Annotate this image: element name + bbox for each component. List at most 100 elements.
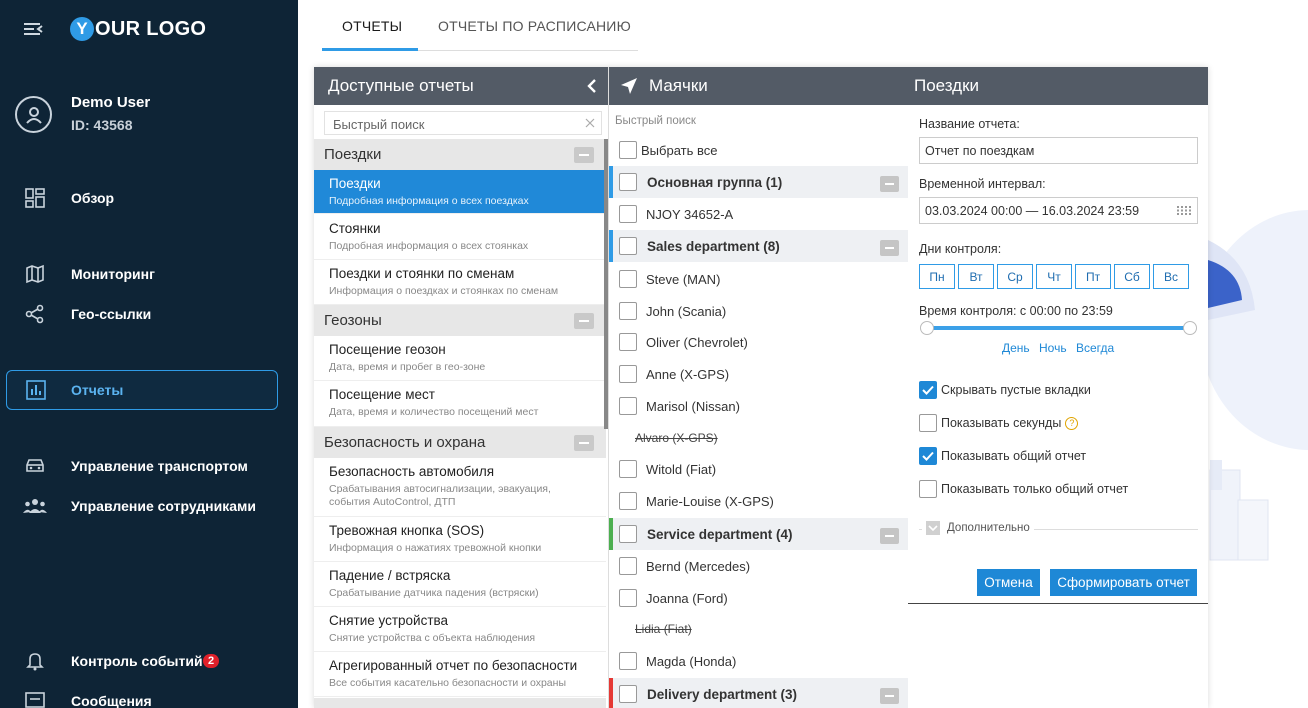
time-slider-track[interactable] bbox=[926, 326, 1190, 330]
generate-report-button[interactable]: Сформировать отчет bbox=[1050, 569, 1197, 596]
user-avatar-icon[interactable] bbox=[15, 96, 52, 133]
collapse-icon[interactable] bbox=[880, 240, 899, 256]
category-trips[interactable]: Поездки bbox=[314, 139, 606, 170]
group-row[interactable]: Delivery department (3) bbox=[609, 678, 909, 708]
additional-toggle[interactable]: Дополнительно bbox=[922, 521, 1034, 535]
tracker-row[interactable]: Marie-Louise (X-GPS) bbox=[609, 485, 909, 517]
time-slider-end-handle[interactable] bbox=[1183, 321, 1197, 335]
report-item[interactable]: Снятие устройства Снятие устройства с объ… bbox=[314, 607, 606, 652]
report-title: Агрегированный отчет по безопасности bbox=[329, 658, 578, 673]
category-geozones[interactable]: Геозоны bbox=[314, 305, 606, 336]
report-item[interactable]: Падение / встряска Срабатывание датчика п… bbox=[314, 562, 606, 607]
tab-reports[interactable]: ОТЧЕТЫ bbox=[342, 18, 402, 34]
time-slider-start-handle[interactable] bbox=[920, 321, 934, 335]
group-row[interactable]: Основная группа (1) bbox=[609, 166, 909, 198]
checkbox[interactable] bbox=[619, 205, 637, 223]
checkbox[interactable] bbox=[619, 365, 637, 383]
nav-overview[interactable]: Обзор bbox=[0, 178, 298, 218]
reports-search-input[interactable]: Быстрый поиск bbox=[324, 111, 602, 135]
tracker-row[interactable]: Anne (X-GPS) bbox=[609, 358, 909, 390]
checkbox[interactable] bbox=[619, 333, 637, 351]
checkbox[interactable] bbox=[619, 557, 637, 575]
report-name-input[interactable]: Отчет по поездкам bbox=[919, 137, 1198, 164]
report-item[interactable]: Безопасность автомобиля Срабатывания авто… bbox=[314, 458, 606, 517]
checkbox-checked[interactable] bbox=[919, 381, 937, 399]
chevron-left-icon[interactable] bbox=[586, 78, 598, 94]
checkbox[interactable] bbox=[619, 141, 637, 159]
day-toggle[interactable]: Сб bbox=[1114, 264, 1150, 289]
report-title: Падение / встряска bbox=[329, 568, 451, 583]
group-row[interactable]: Sales department (8) bbox=[609, 230, 909, 262]
day-toggle[interactable]: Пт bbox=[1075, 264, 1111, 289]
group-row[interactable]: Service department (4) bbox=[609, 518, 909, 550]
nav-monitoring[interactable]: Мониторинг bbox=[0, 254, 298, 294]
tracker-row[interactable]: Joanna (Ford) bbox=[609, 582, 909, 614]
calendar-icon[interactable] bbox=[1177, 206, 1193, 215]
checkbox[interactable] bbox=[619, 492, 637, 510]
nav-staff[interactable]: Управление сотрудниками bbox=[0, 486, 298, 526]
tracker-row[interactable]: Magda (Honda) bbox=[609, 645, 909, 677]
category-security[interactable]: Безопасность и охрана bbox=[314, 427, 606, 458]
report-item[interactable]: Посещение мест Дата, время и количество п… bbox=[314, 381, 606, 427]
collapse-icon[interactable] bbox=[880, 688, 899, 704]
tracker-row[interactable]: Oliver (Chevrolet) bbox=[609, 326, 909, 358]
checkbox[interactable] bbox=[619, 270, 637, 288]
day-toggle[interactable]: Вс bbox=[1153, 264, 1189, 289]
checkbox[interactable] bbox=[619, 460, 637, 478]
preset-always[interactable]: Всегда bbox=[1076, 341, 1114, 355]
nav-events[interactable]: Контроль событий 2 bbox=[0, 641, 298, 681]
day-toggle[interactable]: Пн bbox=[919, 264, 955, 289]
nav-reports[interactable]: Отчеты bbox=[6, 370, 278, 410]
checkbox[interactable] bbox=[919, 480, 937, 498]
report-desc: Срабатывание датчика падения (встряски) bbox=[329, 587, 539, 599]
tracker-row[interactable]: Steve (MAN) bbox=[609, 263, 909, 295]
checkbox[interactable] bbox=[619, 237, 637, 255]
collapse-icon[interactable] bbox=[880, 528, 899, 544]
checkbox[interactable] bbox=[619, 652, 637, 670]
logo[interactable]: Y OUR LOGO bbox=[70, 17, 206, 41]
interval-input[interactable]: 03.03.2024 00:00 — 16.03.2024 23:59 bbox=[919, 197, 1198, 224]
checkbox[interactable] bbox=[619, 173, 637, 191]
report-item[interactable]: Поездки и стоянки по сменам Информация о … bbox=[314, 260, 606, 305]
tab-scheduled-reports[interactable]: ОТЧЕТЫ ПО РАСПИСАНИЮ bbox=[438, 18, 631, 34]
nav-geolinks[interactable]: Гео-ссылки bbox=[0, 294, 298, 334]
preset-night[interactable]: Ночь bbox=[1039, 341, 1067, 355]
report-title: Тревожная кнопка (SOS) bbox=[329, 523, 485, 538]
checkbox[interactable] bbox=[919, 414, 937, 432]
collapse-icon[interactable] bbox=[574, 313, 594, 329]
trackers-search-input[interactable]: Быстрый поиск bbox=[615, 115, 696, 127]
report-item[interactable]: Посещение геозон Дата, время и пробег в г… bbox=[314, 336, 606, 381]
tracker-label: Marisol (Nissan) bbox=[646, 398, 740, 414]
report-desc: Подробная информация о всех поездках bbox=[329, 195, 529, 207]
checkbox[interactable] bbox=[619, 589, 637, 607]
report-item[interactable]: Поездки Подробная информация о всех поезд… bbox=[314, 170, 606, 214]
report-item[interactable]: Агрегированный отчет по безопасности Все … bbox=[314, 652, 606, 697]
checkbox[interactable] bbox=[619, 525, 637, 543]
report-item[interactable]: Тревожная кнопка (SOS) Информация о нажат… bbox=[314, 517, 606, 562]
report-item[interactable]: Стоянки Подробная информация о всех стоян… bbox=[314, 215, 606, 260]
select-all-row[interactable]: Выбрать все bbox=[609, 134, 909, 166]
preset-day[interactable]: День bbox=[1002, 341, 1030, 355]
cancel-button[interactable]: Отмена bbox=[977, 569, 1040, 596]
select-all-label: Выбрать все bbox=[641, 142, 718, 158]
nav-messages[interactable]: Сообщения bbox=[0, 681, 298, 708]
tracker-row[interactable]: NJOY 34652-A bbox=[609, 198, 909, 230]
collapse-icon[interactable] bbox=[574, 147, 594, 163]
checkbox[interactable] bbox=[619, 302, 637, 320]
tracker-row[interactable]: Bernd (Mercedes) bbox=[609, 550, 909, 582]
collapse-icon[interactable] bbox=[880, 176, 899, 192]
help-icon[interactable]: ? bbox=[1065, 417, 1079, 430]
checkbox[interactable] bbox=[619, 397, 637, 415]
nav-transport[interactable]: Управление транспортом bbox=[0, 446, 298, 486]
tracker-row[interactable]: Marisol (Nissan) bbox=[609, 390, 909, 422]
collapse-icon[interactable] bbox=[574, 435, 594, 451]
menu-collapse-icon[interactable] bbox=[22, 20, 46, 40]
checkbox-checked[interactable] bbox=[919, 447, 937, 465]
day-toggle[interactable]: Чт bbox=[1036, 264, 1072, 289]
checkbox[interactable] bbox=[619, 685, 637, 703]
tracker-row[interactable]: Witold (Fiat) bbox=[609, 453, 909, 485]
day-toggle[interactable]: Ср bbox=[997, 264, 1033, 289]
tracker-row[interactable]: John (Scania) bbox=[609, 295, 909, 327]
day-toggle[interactable]: Вт bbox=[958, 264, 994, 289]
clear-icon[interactable] bbox=[585, 118, 595, 128]
